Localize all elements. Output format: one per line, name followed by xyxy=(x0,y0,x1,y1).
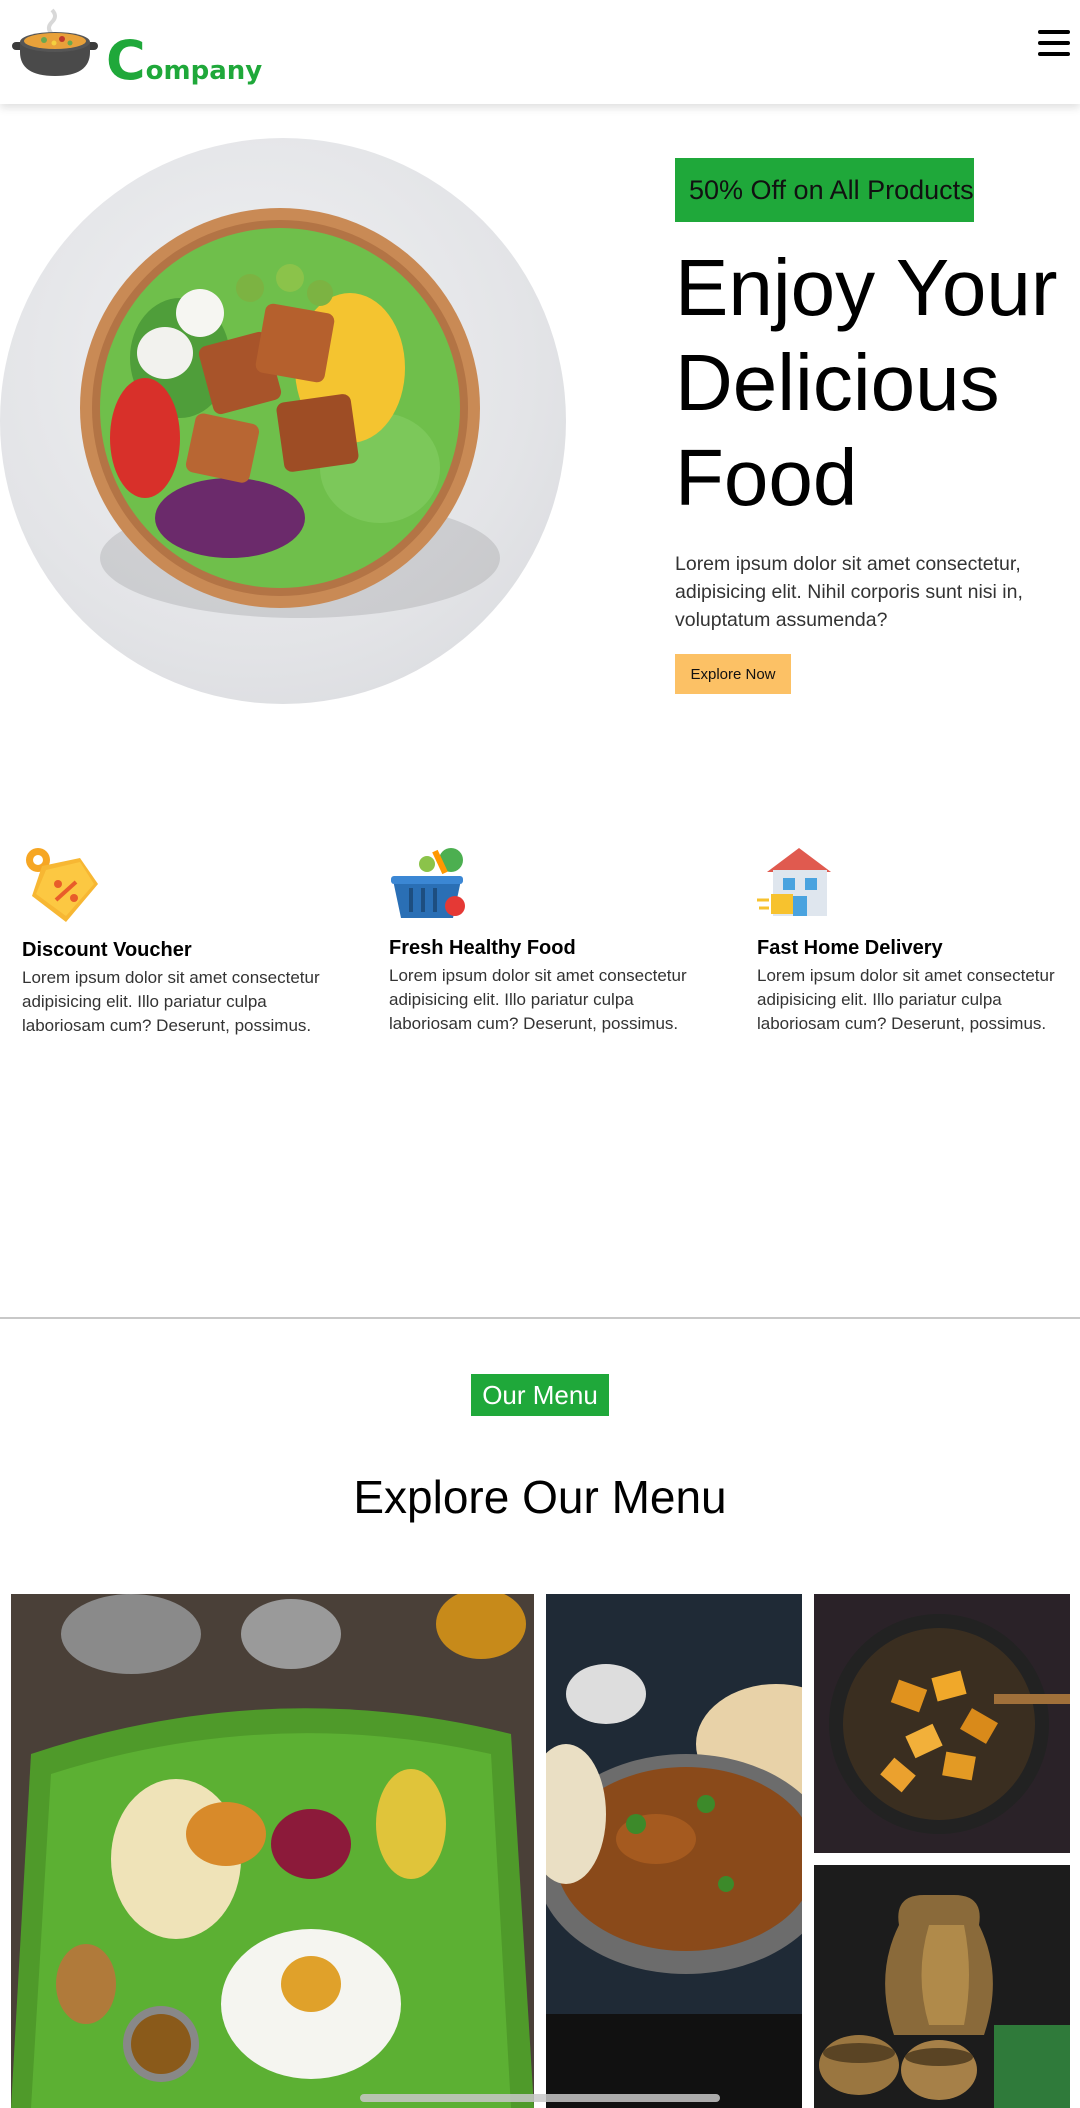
explore-now-button[interactable]: Explore Now xyxy=(675,654,791,694)
section-divider xyxy=(0,1317,1080,1319)
brand-name: Company xyxy=(106,34,262,88)
feature-discount-voucher: Discount Voucher Lorem ipsum dolor sit a… xyxy=(22,844,342,1038)
brand-logo[interactable]: Company xyxy=(12,8,262,88)
promo-badge: 50% Off on All Products xyxy=(675,158,974,222)
curry-pan-image[interactable] xyxy=(546,1594,802,2108)
banana-leaf-meal-image[interactable] xyxy=(11,1594,534,2108)
hero-title: Enjoy Your Delicious Food xyxy=(675,243,1058,522)
brand-initial: C xyxy=(106,29,146,92)
fried-potatoes-pan-image[interactable] xyxy=(814,1594,1070,1853)
feature-fresh-healthy-food: Fresh Healthy Food Lorem ipsum dolor sit… xyxy=(389,842,709,1036)
cooking-pot-icon xyxy=(12,8,98,76)
hero-description: Lorem ipsum dolor sit amet consectetur, … xyxy=(675,553,1023,631)
feature-text: Lorem ipsum dolor sit amet consectetur a… xyxy=(389,966,687,1033)
grocery-basket-icon xyxy=(391,848,465,918)
feature-text: Lorem ipsum dolor sit amet consectetur a… xyxy=(757,966,1055,1033)
feature-title: Fresh Healthy Food xyxy=(389,937,576,959)
brass-pitcher-image[interactable] xyxy=(814,1865,1070,2108)
salad-bowl-image xyxy=(0,138,566,704)
feature-title: Discount Voucher xyxy=(22,939,192,961)
feature-fast-home-delivery: Fast Home Delivery Lorem ipsum dolor sit… xyxy=(757,842,1077,1036)
horizontal-scrollbar[interactable] xyxy=(360,2094,720,2102)
our-menu-badge: Our Menu xyxy=(471,1374,609,1416)
feature-text: Lorem ipsum dolor sit amet consectetur a… xyxy=(22,968,320,1035)
site-header: Company xyxy=(0,0,1080,104)
discount-tag-icon xyxy=(26,848,98,922)
home-delivery-icon xyxy=(757,848,831,916)
menu-heading: Explore Our Menu xyxy=(353,1471,727,1523)
feature-title: Fast Home Delivery xyxy=(757,937,943,959)
brand-rest: ompany xyxy=(145,56,263,86)
hamburger-icon[interactable] xyxy=(1038,30,1070,58)
